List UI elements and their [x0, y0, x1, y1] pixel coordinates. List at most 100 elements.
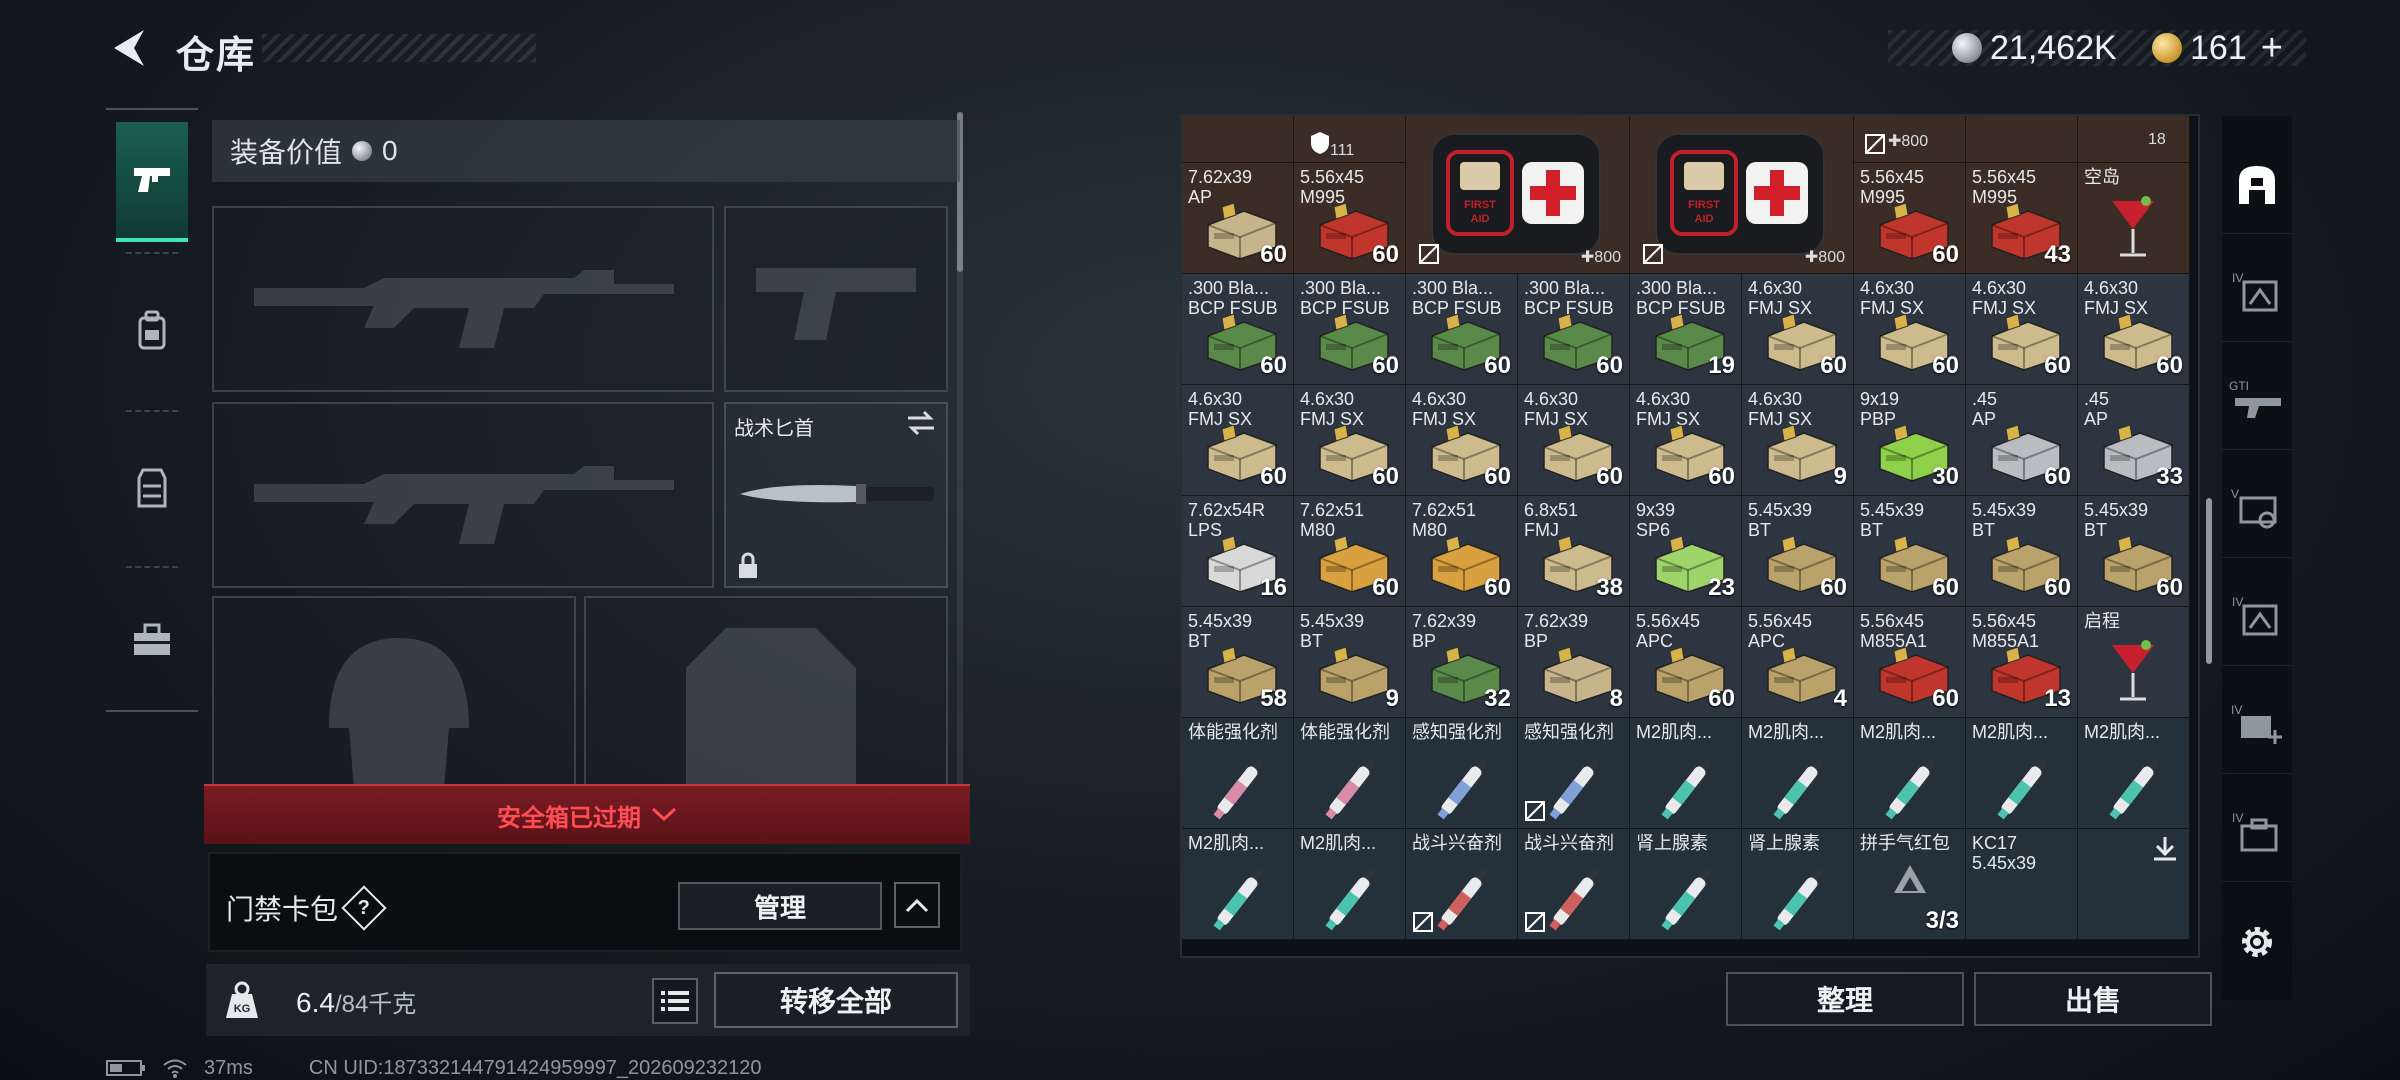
- stash-cell[interactable]: 5.56x45 M855A1 13: [1966, 607, 2078, 718]
- stash-cell[interactable]: 感知强化剂: [1518, 718, 1630, 829]
- stash-cell[interactable]: 7.62x39 BP 8: [1518, 607, 1630, 718]
- stash-cell[interactable]: 4.6x30 FMJ SX 60: [1630, 385, 1742, 496]
- stash-cell[interactable]: 5.45x39 BT 60: [2078, 496, 2190, 607]
- stash-cell[interactable]: .45 AP 33: [2078, 385, 2190, 496]
- medkit-item[interactable]: FIRST AID ✚800: [1406, 116, 1630, 274]
- stash-cell[interactable]: M2肌肉...: [1966, 718, 2078, 829]
- sort-button[interactable]: 整理: [1726, 972, 1964, 1026]
- armor-slot[interactable]: [584, 596, 948, 786]
- stash-page-2[interactable]: IV: [2222, 242, 2292, 342]
- tab-vest[interactable]: [116, 428, 188, 548]
- stash-cell[interactable]: 7.62x54R LPS 16: [1182, 496, 1294, 607]
- stash-cell[interactable]: 9x19 PBP 30: [1854, 385, 1966, 496]
- stash-cell[interactable]: .300 Bla... BCP FSUB 60: [1294, 274, 1406, 385]
- stash-cell[interactable]: M2肌肉...: [1742, 718, 1854, 829]
- item-name: 5.45x39: [1860, 500, 1925, 520]
- stash-cell[interactable]: 5.56x45 M855A1 60: [1854, 607, 1966, 718]
- add-currency-button[interactable]: +: [2261, 27, 2283, 70]
- tab-toolbox[interactable]: [116, 580, 188, 700]
- help-icon[interactable]: ?: [341, 885, 387, 931]
- stash-cell[interactable]: 9x39 SP6 23: [1630, 496, 1742, 607]
- stash-cell[interactable]: 5.45x39 BT 58: [1182, 607, 1294, 718]
- stash-page-5[interactable]: IV: [2222, 566, 2292, 666]
- stash-cell[interactable]: 7.62x39 BP 32: [1406, 607, 1518, 718]
- stash-cell[interactable]: 5.45x39 BT 60: [1966, 496, 2078, 607]
- stash-cell[interactable]: .300 Bla... BCP FSUB 60: [1406, 274, 1518, 385]
- stash-cell[interactable]: M2肌肉...: [2078, 718, 2190, 829]
- tab-weapons[interactable]: [116, 122, 188, 242]
- stash-page-3[interactable]: GTI: [2222, 350, 2292, 450]
- stash-cell[interactable]: 感知强化剂: [1406, 718, 1518, 829]
- stash-cell[interactable]: 7.62x51 M80 60: [1294, 496, 1406, 607]
- settings-button[interactable]: [2222, 892, 2292, 992]
- transfer-all-button[interactable]: 转移全部: [714, 972, 958, 1028]
- stash-cell[interactable]: 5.45x39 BT 9: [1294, 607, 1406, 718]
- stash-cell[interactable]: M2肌肉...: [1182, 829, 1294, 940]
- pistol-slot[interactable]: [724, 206, 948, 392]
- stash-cell[interactable]: 肾上腺素: [1742, 829, 1854, 940]
- stash-cell[interactable]: [2078, 116, 2190, 163]
- helmet-slot[interactable]: [212, 596, 576, 786]
- vest-icon: [137, 468, 167, 508]
- stash-page-6[interactable]: IV: [2222, 674, 2292, 774]
- secure-case-expired-bar[interactable]: 安全箱已过期: [204, 784, 970, 844]
- stash-cell[interactable]: 4.6x30 FMJ SX 9: [1742, 385, 1854, 496]
- stash-cell[interactable]: 空岛: [2078, 163, 2190, 274]
- stash-cell[interactable]: 5.56x45 M995 60: [1854, 163, 1966, 274]
- stash-grid[interactable]: 111 ✚800 18 7.62x39 AP 60 5.56x45 M995 60 5.56x…: [1182, 116, 2194, 956]
- medkit-item[interactable]: FIRST AID ✚800: [1630, 116, 1854, 274]
- stash-cell[interactable]: 7.62x39 AP 60: [1182, 163, 1294, 274]
- stash-cell[interactable]: 6.8x51 FMJ 38: [1518, 496, 1630, 607]
- stash-cell[interactable]: [2078, 829, 2190, 940]
- stash-cell[interactable]: [1966, 116, 2078, 163]
- item-name: .300 Bla...: [1524, 278, 1606, 298]
- stash-cell[interactable]: 5.56x45 M995 60: [1294, 163, 1406, 274]
- stash-cell[interactable]: 战斗兴奋剂: [1406, 829, 1518, 940]
- stash-page-4[interactable]: V: [2222, 458, 2292, 558]
- stash-cell[interactable]: 4.6x30 FMJ SX 60: [1406, 385, 1518, 496]
- stash-cell[interactable]: .300 Bla... BCP FSUB 60: [1518, 274, 1630, 385]
- download-icon[interactable]: [2151, 835, 2179, 863]
- stash-cell[interactable]: M2肌肉...: [1854, 718, 1966, 829]
- stash-cell[interactable]: .45 AP 60: [1966, 385, 2078, 496]
- stash-cell[interactable]: 体能强化剂: [1182, 718, 1294, 829]
- stash-cell[interactable]: 7.62x51 M80 60: [1406, 496, 1518, 607]
- sell-button[interactable]: 出售: [1974, 972, 2212, 1026]
- stash-cell[interactable]: 5.45x39 BT 60: [1742, 496, 1854, 607]
- stash-cell[interactable]: 体能强化剂: [1294, 718, 1406, 829]
- stash-cell[interactable]: .300 Bla... BCP FSUB 19: [1630, 274, 1742, 385]
- stash-cell[interactable]: 5.56x45 APC 4: [1742, 607, 1854, 718]
- manage-button[interactable]: 管理: [678, 882, 882, 930]
- collapse-button[interactable]: [894, 882, 940, 928]
- stash-page-1[interactable]: [2222, 134, 2292, 234]
- secondary-weapon-slot[interactable]: [212, 402, 714, 588]
- stash-cell[interactable]: .300 Bla... BCP FSUB 60: [1182, 274, 1294, 385]
- stash-cell[interactable]: 4.6x30 FMJ SX 60: [2078, 274, 2190, 385]
- stash-cell[interactable]: 4.6x30 FMJ SX 60: [1966, 274, 2078, 385]
- stash-cell[interactable]: 4.6x30 FMJ SX 60: [1182, 385, 1294, 496]
- stash-cell[interactable]: 拼手气红包 3/3: [1854, 829, 1966, 940]
- stash-page-7[interactable]: IV: [2222, 782, 2292, 882]
- stash-cell[interactable]: M2肌肉...: [1294, 829, 1406, 940]
- knife-slot[interactable]: 战术匕首: [724, 402, 948, 588]
- stash-cell[interactable]: M2肌肉...: [1630, 718, 1742, 829]
- stash-cell[interactable]: 5.45x39 BT 60: [1854, 496, 1966, 607]
- stash-cell[interactable]: 5.56x45 APC 60: [1630, 607, 1742, 718]
- primary-weapon-slot[interactable]: [212, 206, 714, 392]
- stash-cell[interactable]: 5.56x45 M995 43: [1966, 163, 2078, 274]
- swap-icon[interactable]: [906, 410, 936, 436]
- stash-cell[interactable]: 肾上腺素: [1630, 829, 1742, 940]
- back-button[interactable]: [104, 22, 152, 74]
- stash-cell[interactable]: 启程: [2078, 607, 2190, 718]
- stash-cell[interactable]: KC17 5.45x39: [1966, 829, 2078, 940]
- stash-cell[interactable]: 4.6x30 FMJ SX 60: [1294, 385, 1406, 496]
- stash-cell[interactable]: 战斗兴奋剂: [1518, 829, 1630, 940]
- stash-cell[interactable]: 4.6x30 FMJ SX 60: [1854, 274, 1966, 385]
- stash-cell[interactable]: 4.6x30 FMJ SX 60: [1742, 274, 1854, 385]
- gold-currency[interactable]: 161 +: [2152, 26, 2283, 70]
- stash-cell[interactable]: [1182, 116, 1294, 163]
- list-view-button[interactable]: [652, 978, 698, 1024]
- tab-backpack[interactable]: [116, 270, 188, 390]
- stash-scrollbar[interactable]: [2206, 498, 2212, 664]
- stash-cell[interactable]: 4.6x30 FMJ SX 60: [1518, 385, 1630, 496]
